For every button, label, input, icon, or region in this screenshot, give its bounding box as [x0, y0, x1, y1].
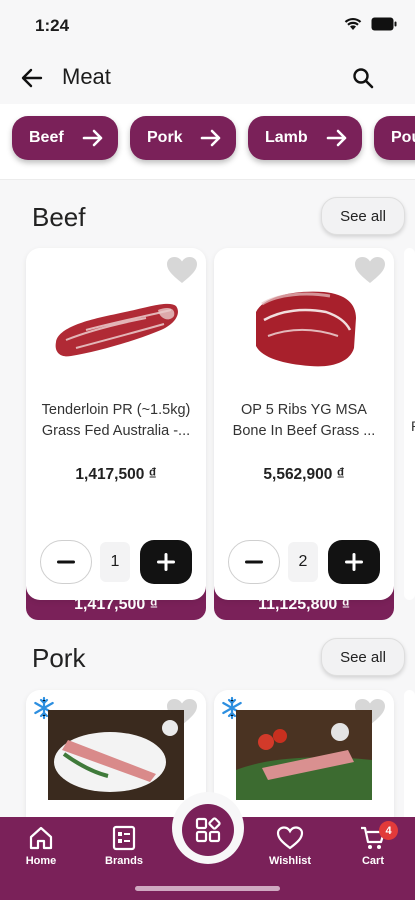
arrow-right-icon: [326, 129, 347, 147]
nav-home[interactable]: Home: [6, 825, 76, 867]
categories-grid-icon: [195, 817, 221, 843]
wifi-icon: [344, 17, 362, 30]
nav-wishlist[interactable]: Wishlist: [255, 825, 325, 867]
decrease-quantity-button[interactable]: [40, 540, 92, 584]
minus-icon: [57, 560, 75, 564]
arrow-left-icon: [21, 68, 43, 88]
chip-label: Beef: [29, 129, 64, 146]
chip-label: Lamb: [265, 129, 308, 146]
product-card[interactable]: [214, 690, 394, 830]
product-card-body[interactable]: Tenderloin PR (~1.5kg) Grass Fed Austral…: [26, 248, 206, 600]
product-card-peek[interactable]: [404, 690, 415, 830]
cart-count-badge: 4: [379, 821, 398, 840]
product-image: [236, 710, 372, 800]
product-name-peek: R: [411, 418, 415, 434]
product-card-body[interactable]: OP 5 Ribs YG MSA Bone In Beef Grass ... …: [214, 248, 394, 600]
chip-beef[interactable]: Beef: [12, 116, 118, 160]
chip-poultry[interactable]: Pou: [374, 116, 415, 160]
status-bar: 1:24: [0, 0, 415, 52]
category-chip-row: Beef Pork Lamb Pou: [0, 104, 415, 180]
quantity-value[interactable]: 1: [100, 542, 130, 582]
quantity-value[interactable]: 2: [288, 542, 318, 582]
chip-pork[interactable]: Pork: [130, 116, 236, 160]
increase-quantity-button[interactable]: [328, 540, 380, 584]
see-all-beef-button[interactable]: See all: [321, 197, 405, 235]
section-title-beef: Beef: [32, 202, 86, 232]
product-name: OP 5 Ribs YG MSA Bone In Beef Grass ...: [220, 400, 388, 442]
brands-catalog-icon: [112, 825, 136, 851]
page-title: Meat: [62, 64, 111, 89]
product-price: 1,417,500 ₫: [75, 466, 157, 483]
battery-icon: [371, 17, 397, 31]
chip-label: Pou: [391, 129, 415, 146]
nav-brands[interactable]: Brands: [89, 825, 159, 867]
arrow-right-icon: [82, 129, 103, 147]
product-price: 5,562,900 ₫: [263, 466, 345, 483]
product-name: Tenderloin PR (~1.5kg) Grass Fed Austral…: [32, 400, 200, 442]
product-card-peek[interactable]: R: [404, 248, 415, 600]
app-bar: Meat: [0, 52, 415, 104]
home-indicator: [135, 886, 280, 891]
nav-cart[interactable]: 4 Cart: [338, 821, 408, 867]
product-image: [48, 710, 184, 800]
decrease-quantity-button[interactable]: [228, 540, 280, 584]
product-image: [256, 291, 356, 367]
back-button[interactable]: [18, 64, 46, 92]
plus-icon: [157, 553, 175, 571]
increase-quantity-button[interactable]: [140, 540, 192, 584]
chip-lamb[interactable]: Lamb: [248, 116, 362, 160]
categories-fab-button[interactable]: [182, 804, 234, 856]
status-time: 1:24: [35, 16, 70, 35]
product-image: [55, 303, 178, 357]
status-icons: [343, 16, 397, 32]
see-all-pork-button[interactable]: See all: [321, 638, 405, 676]
home-icon: [29, 826, 53, 850]
plus-icon: [345, 553, 363, 571]
product-name-line2: Bone In Beef Grass ...: [232, 423, 376, 439]
arrow-right-icon: [200, 129, 221, 147]
product-name-line2: Grass Fed Australia -...: [41, 423, 191, 439]
nav-wishlist-label: Wishlist: [268, 855, 312, 867]
product-name-line1: Tenderloin PR (~1.5kg): [41, 402, 191, 418]
nav-brands-label: Brands: [105, 855, 143, 867]
search-button[interactable]: [349, 64, 377, 92]
heart-outline-icon: [276, 826, 304, 850]
product-name-line1: OP 5 Ribs YG MSA: [241, 402, 367, 418]
minus-icon: [245, 560, 263, 564]
chip-label: Pork: [147, 129, 183, 146]
nav-cart-label: Cart: [361, 855, 384, 867]
nav-home-label: Home: [25, 855, 57, 867]
search-icon: [353, 68, 374, 89]
section-title-pork: Pork: [32, 643, 86, 673]
